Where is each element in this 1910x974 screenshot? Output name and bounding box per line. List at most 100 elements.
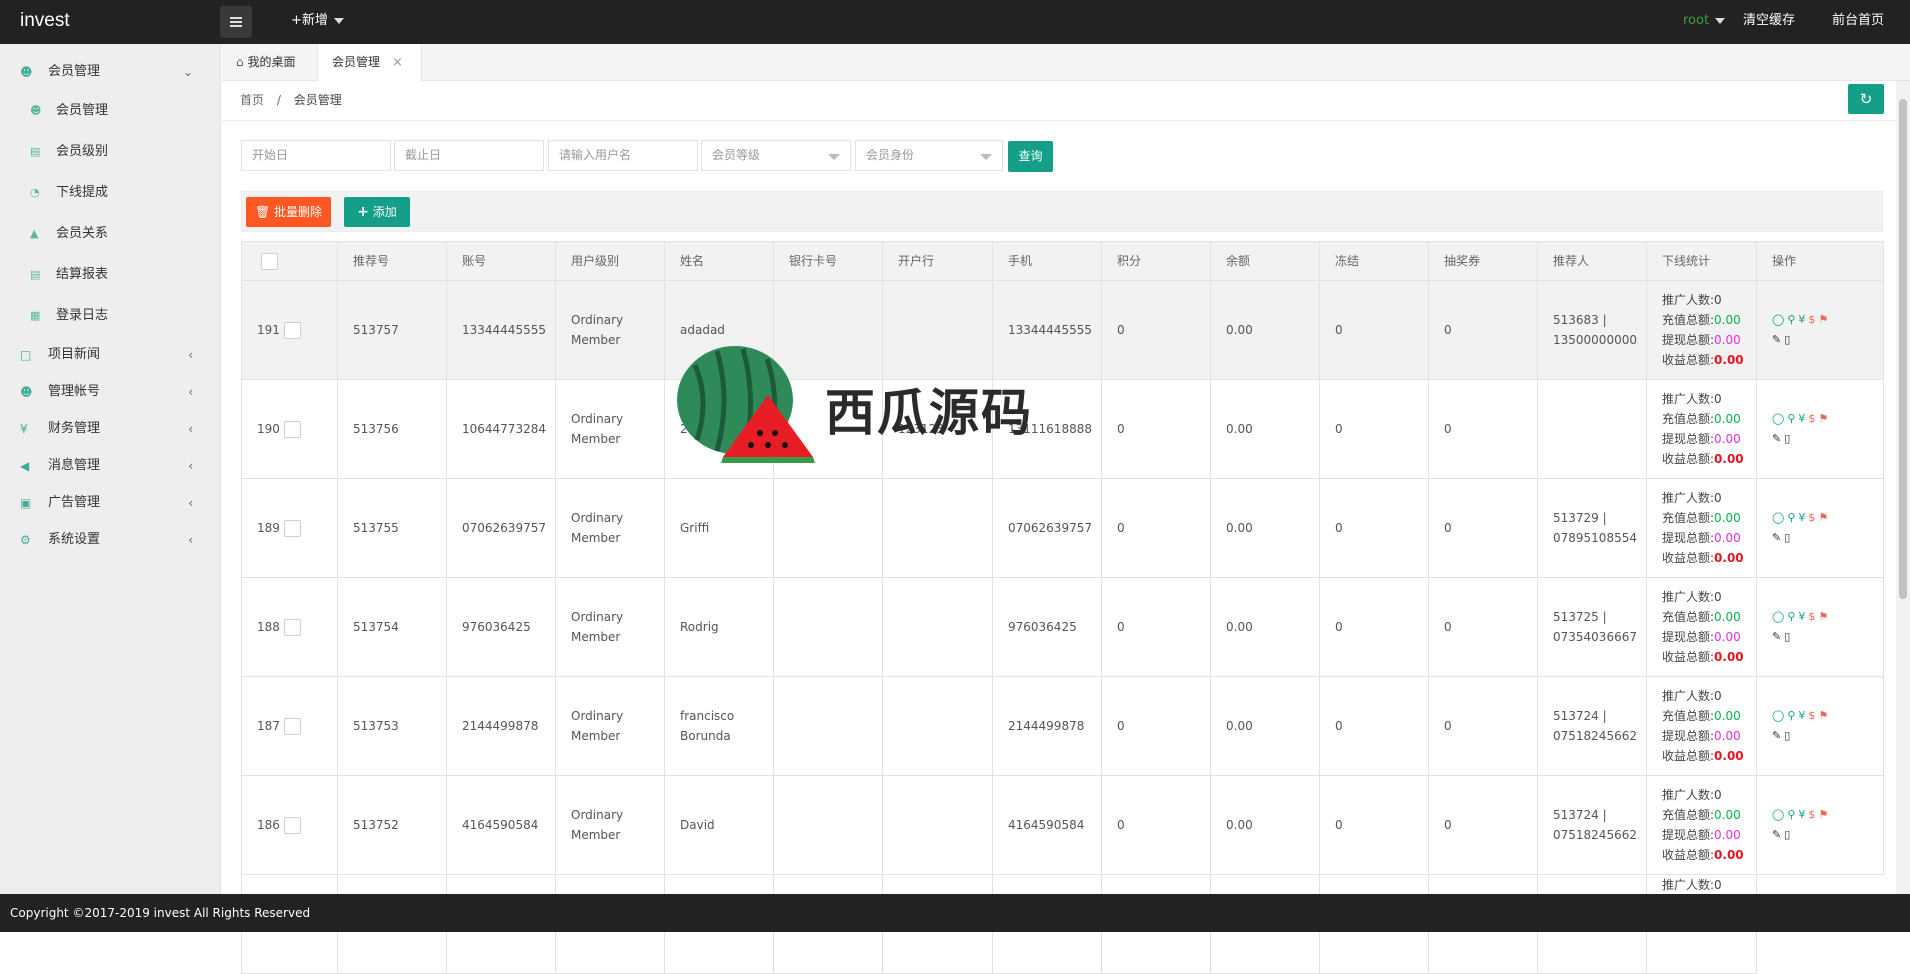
user-menu[interactable]: root: [1683, 0, 1726, 42]
edit-icon[interactable]: ✎: [1772, 729, 1784, 742]
frontend-home-link[interactable]: 前台首页: [1832, 0, 1884, 42]
app-logo[interactable]: invest: [20, 0, 70, 42]
trash-icon[interactable]: ▯: [1784, 333, 1793, 346]
refresh-button[interactable]: ↻: [1848, 84, 1884, 114]
search-icon[interactable]: ⚲: [1787, 313, 1798, 326]
upgrade-icon[interactable]: ◯: [1772, 610, 1787, 623]
dollar-icon[interactable]: $: [1808, 511, 1818, 524]
dollar-icon[interactable]: $: [1808, 412, 1818, 425]
new-menu[interactable]: +新增: [291, 0, 344, 42]
search-button[interactable]: 查询: [1008, 141, 1053, 172]
yen-icon[interactable]: ¥: [1798, 709, 1808, 722]
close-icon[interactable]: ×: [392, 44, 403, 81]
lottery-value: 0: [1444, 620, 1452, 634]
tag-icon[interactable]: ⚑: [1818, 709, 1831, 722]
referrer-value: 513725 | 07354036667: [1553, 610, 1637, 644]
row-checkbox[interactable]: [283, 421, 301, 438]
stat-label: 充值总额:: [1662, 412, 1715, 426]
tag-icon[interactable]: ⚑: [1818, 313, 1831, 326]
dollar-icon[interactable]: $: [1808, 610, 1818, 623]
trash-icon[interactable]: ▯: [1784, 531, 1793, 544]
row-checkbox[interactable]: [283, 322, 301, 339]
sidebar-item-settlement-report[interactable]: ▤ 结算报表: [0, 255, 221, 295]
stat-label: 推广人数:: [1662, 392, 1715, 406]
sidebar-item-downline-commission[interactable]: ◔ 下线提成: [0, 173, 221, 213]
stat-line: 提现总额:0.00: [1662, 330, 1756, 350]
trash-icon[interactable]: ▯: [1784, 630, 1793, 643]
sidebar-item-member-level[interactable]: ▤ 会员级别: [0, 132, 221, 172]
sidebar-section-project-news[interactable]: □ 项目新闻 ‹: [0, 337, 221, 373]
sidebar-section-ads[interactable]: ▣ 广告管理 ‹: [0, 485, 221, 521]
column-header: 余额: [1210, 241, 1320, 281]
member-identity-select[interactable]: 会员身份: [855, 140, 1003, 171]
row-checkbox[interactable]: [283, 718, 301, 735]
dollar-icon[interactable]: $: [1808, 313, 1818, 326]
row-checkbox[interactable]: [283, 619, 301, 636]
dollar-icon[interactable]: $: [1808, 808, 1818, 821]
column-header: 抽奖券: [1428, 241, 1538, 281]
upgrade-icon[interactable]: ◯: [1772, 808, 1787, 821]
tab-desktop[interactable]: ⌂ 我的桌面: [236, 44, 295, 81]
upgrade-icon[interactable]: ◯: [1772, 313, 1787, 326]
page-scrollbar[interactable]: [1896, 81, 1910, 894]
sidebar-item-member-management[interactable]: ☻ 会员管理: [0, 91, 221, 131]
edit-icon[interactable]: ✎: [1772, 630, 1784, 643]
member-level-select[interactable]: 会员等级: [701, 140, 851, 171]
tag-icon[interactable]: ⚑: [1818, 610, 1831, 623]
yen-icon[interactable]: ¥: [1798, 808, 1808, 821]
sidebar-item-login-log[interactable]: ▦ 登录日志: [0, 296, 221, 336]
stat-line: 推广人数:0: [1662, 686, 1756, 706]
username-input[interactable]: 请输入用户名: [548, 140, 698, 171]
search-icon[interactable]: ⚲: [1787, 412, 1798, 425]
stat-value: 0: [1714, 392, 1722, 406]
user-icon: ☻: [20, 385, 33, 399]
sidebar-section-finance[interactable]: ¥ 财务管理 ‹: [0, 411, 221, 447]
row-checkbox[interactable]: [283, 520, 301, 537]
tab-member-management[interactable]: 会员管理 ×: [317, 44, 422, 82]
start-date-input[interactable]: 开始日: [241, 140, 391, 171]
sidebar-section-messages[interactable]: ◀ 消息管理 ‹: [0, 448, 221, 484]
sidebar-section-settings[interactable]: ⚙ 系统设置 ‹: [0, 522, 221, 558]
column-header: 姓名: [664, 241, 774, 281]
batch-delete-button[interactable]: 🗑 批量删除: [246, 197, 331, 227]
upgrade-icon[interactable]: ◯: [1772, 412, 1787, 425]
sidebar-section-admin-accounts[interactable]: ☻ 管理帐号 ‹: [0, 374, 221, 410]
trash-icon[interactable]: ▯: [1784, 432, 1793, 445]
tag-icon[interactable]: ⚑: [1818, 412, 1831, 425]
edit-icon[interactable]: ✎: [1772, 828, 1784, 841]
frozen-cell: 0: [1319, 676, 1429, 776]
edit-icon[interactable]: ✎: [1772, 531, 1784, 544]
tag-icon[interactable]: ⚑: [1818, 808, 1831, 821]
dollar-icon[interactable]: $: [1808, 709, 1818, 722]
trash-icon[interactable]: ▯: [1784, 729, 1793, 742]
end-date-input[interactable]: 截止日: [394, 140, 544, 171]
upgrade-icon[interactable]: ◯: [1772, 511, 1787, 524]
trash-icon[interactable]: ▯: [1784, 828, 1793, 841]
yen-icon[interactable]: ¥: [1798, 610, 1808, 623]
menu-toggle-button[interactable]: [220, 6, 252, 38]
edit-icon[interactable]: ✎: [1772, 432, 1784, 445]
clear-cache-link[interactable]: 清空缓存: [1743, 0, 1795, 42]
search-icon[interactable]: ⚲: [1787, 610, 1798, 623]
search-icon[interactable]: ⚲: [1787, 709, 1798, 722]
row-id: 186: [257, 818, 280, 832]
search-icon[interactable]: ⚲: [1787, 511, 1798, 524]
yen-icon[interactable]: ¥: [1798, 511, 1808, 524]
column-header: 用户级别: [555, 241, 665, 281]
upgrade-icon[interactable]: ◯: [1772, 709, 1787, 722]
add-button[interactable]: + 添加: [344, 197, 410, 227]
yen-icon[interactable]: ¥: [1798, 313, 1808, 326]
select-all-checkbox[interactable]: [261, 253, 278, 270]
name-cell: David: [664, 775, 774, 875]
sidebar-item-member-relations[interactable]: ▲ 会员关系: [0, 214, 221, 254]
breadcrumb-home[interactable]: 首页: [240, 93, 264, 107]
tag-icon[interactable]: ⚑: [1818, 511, 1831, 524]
edit-icon[interactable]: ✎: [1772, 333, 1784, 346]
stat-line: 收益总额:0.00: [1662, 746, 1756, 766]
sidebar-section-members[interactable]: ☻ 会员管理 ⌄: [0, 54, 221, 90]
scrollbar-thumb[interactable]: [1899, 99, 1907, 599]
row-checkbox[interactable]: [283, 817, 301, 834]
search-icon[interactable]: ⚲: [1787, 808, 1798, 821]
referrer-value: 513724 | 07518245662: [1553, 709, 1637, 743]
yen-icon[interactable]: ¥: [1798, 412, 1808, 425]
